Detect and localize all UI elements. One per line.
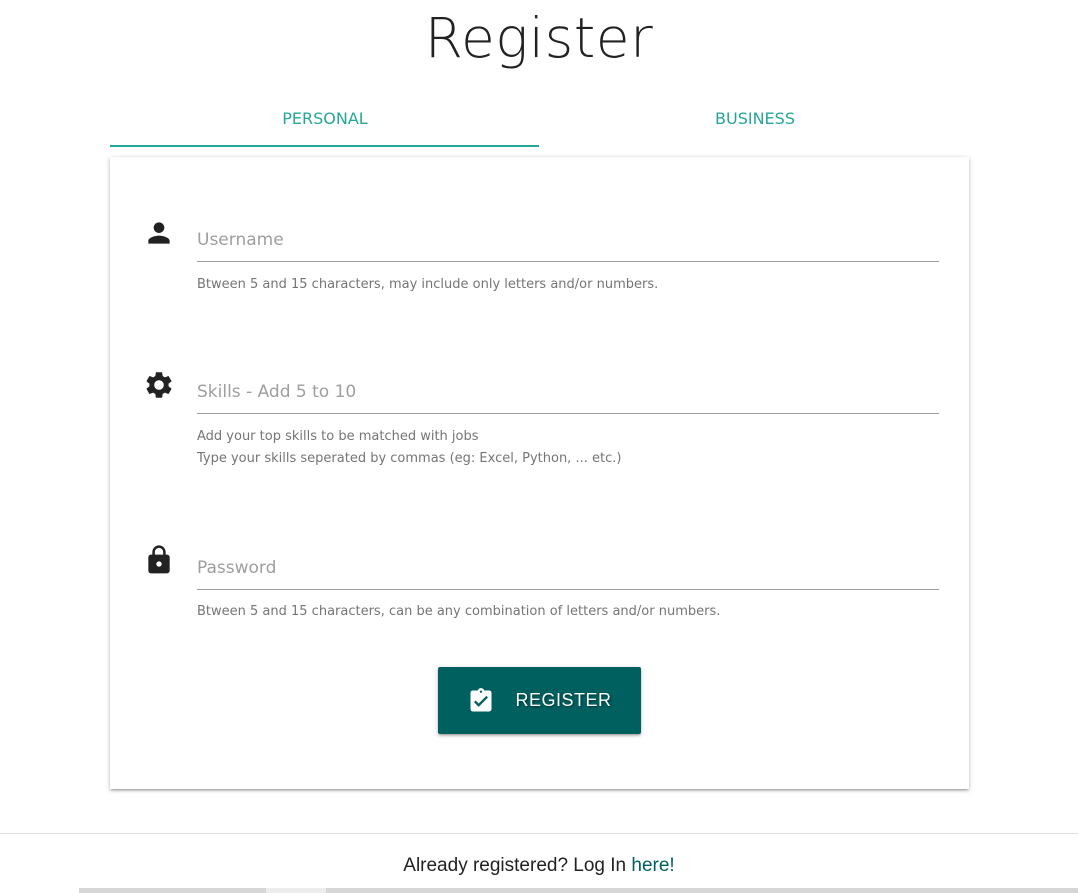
login-prompt-text: Already registered? Log In [403, 855, 632, 876]
tabs: PERSONAL BUSINESS [110, 94, 970, 147]
username-input[interactable] [197, 218, 939, 262]
page-title: Register [424, 6, 654, 70]
register-button-label: REGISTER [515, 690, 612, 710]
register-button[interactable]: REGISTER [438, 667, 641, 734]
password-helper-text: Btween 5 and 15 characters, can be any c… [197, 604, 721, 619]
register-form-card: Btween 5 and 15 characters, may include … [110, 157, 969, 789]
skills-helper-text-1: Add your top skills to be matched with j… [197, 429, 479, 444]
skills-input[interactable] [197, 370, 939, 414]
person-icon [143, 217, 175, 249]
tab-personal[interactable]: PERSONAL [110, 94, 540, 142]
login-link[interactable]: here! [631, 855, 674, 876]
login-prompt: Already registered? Log In here! [0, 855, 1078, 877]
tab-indicator [110, 145, 539, 147]
password-input[interactable] [197, 546, 939, 590]
horizontal-scrollbar[interactable] [79, 888, 1078, 893]
lock-icon [143, 544, 175, 576]
tab-business[interactable]: BUSINESS [540, 94, 970, 142]
footer-divider [0, 833, 1078, 834]
skills-helper-text-2: Type your skills seperated by commas (eg… [197, 451, 622, 466]
scrollbar-thumb[interactable] [266, 888, 326, 893]
clipboard-check-icon [467, 687, 495, 715]
username-helper-text: Btween 5 and 15 characters, may include … [197, 277, 659, 292]
gear-icon [143, 369, 175, 401]
